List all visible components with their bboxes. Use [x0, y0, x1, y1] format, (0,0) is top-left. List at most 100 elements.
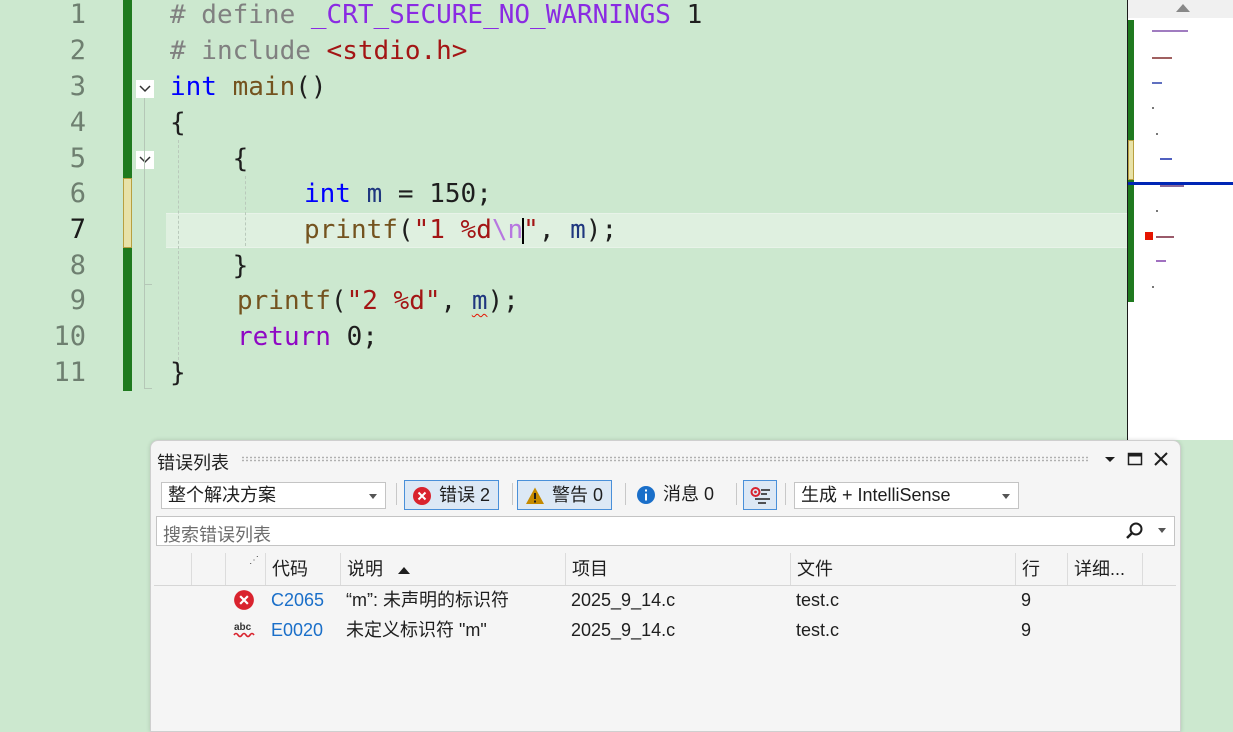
filter-error-list-icon	[750, 486, 770, 506]
intellisense-squiggle-icon: abc	[233, 619, 257, 649]
minimap-code-mark	[1152, 107, 1154, 109]
code-line-6: int m = 150;	[304, 179, 492, 209]
errors-filter-button[interactable]: 错误 2	[404, 480, 500, 510]
search-options-chevron-icon[interactable]	[1158, 528, 1166, 533]
chevron-down-icon	[1002, 494, 1010, 499]
filter-build-errors-button[interactable]	[743, 480, 777, 510]
column-header-description-label: 说明	[347, 559, 383, 579]
minimap-code-mark	[1160, 185, 1184, 187]
warnings-count-label: 警告 0	[552, 485, 604, 505]
scope-dropdown-value: 整个解决方案	[168, 485, 276, 505]
error-line: 9	[1021, 590, 1032, 610]
sort-indicator-icon: ⋰	[249, 555, 259, 566]
table-row[interactable]: abc E0020 未定义标识符 "m" 2025_9_14.c test.c …	[154, 615, 1176, 645]
messages-count-label: 消息 0	[663, 484, 715, 504]
maximize-icon[interactable]	[1125, 449, 1145, 469]
close-icon[interactable]	[1151, 449, 1171, 469]
error-description: 未定义标识符 "m"	[346, 620, 487, 640]
line-number: 1	[69, 0, 86, 30]
fold-region-end	[144, 388, 152, 389]
minimap-code-mark	[1156, 210, 1158, 212]
column-header-empty[interactable]	[154, 553, 191, 585]
indent-guide	[245, 176, 246, 246]
fold-region-end	[144, 284, 152, 285]
code-line-7: printf("1 %d\n", m);	[304, 215, 618, 245]
window-position-dropdown-icon[interactable]	[1100, 449, 1120, 469]
minimap-code-mark	[1152, 57, 1172, 59]
line-number: 11	[53, 357, 86, 388]
error-list-toolbar: 整个解决方案 错误 2 警告 0 消息 0 生成 + IntelliSense	[151, 479, 1180, 515]
search-error-list-input[interactable]: 搜索错误列表	[156, 516, 1175, 546]
minimap-code-mark	[1152, 30, 1188, 32]
search-placeholder: 搜索错误列表	[163, 525, 271, 545]
code-line-1: # define _CRT_SECURE_NO_WARNINGS 1	[170, 0, 703, 30]
table-header: ⋰ 代码 说明 项目 文件 行 详细...	[154, 553, 1176, 586]
error-line: 9	[1021, 620, 1032, 640]
scroll-up-arrow-icon[interactable]	[1176, 4, 1190, 12]
minimap-code-mark	[1156, 260, 1166, 262]
build-intellisense-dropdown[interactable]: 生成 + IntelliSense	[794, 482, 1019, 509]
error-project: 2025_9_14.c	[571, 590, 676, 610]
code-line-5: {	[170, 144, 249, 174]
line-number: 8	[69, 250, 86, 281]
scope-dropdown[interactable]: 整个解决方案	[161, 482, 386, 509]
fold-collapse-icon[interactable]	[136, 80, 154, 98]
minimap-error-marker	[1145, 232, 1153, 240]
code-line-3: int main()	[170, 72, 327, 102]
saved-change-bar	[123, 248, 132, 391]
build-dropdown-value: 生成 + IntelliSense	[801, 485, 951, 505]
error-code-link[interactable]: C2065	[265, 585, 324, 615]
column-header-line[interactable]: 行	[1015, 553, 1067, 585]
column-header-file[interactable]: 文件	[790, 553, 1015, 585]
minimap-code-mark	[1156, 236, 1174, 238]
error-file: test.c	[796, 590, 840, 610]
drag-grip[interactable]	[241, 456, 1090, 462]
line-number: 4	[69, 107, 86, 138]
toolbar-separator	[396, 483, 397, 505]
line-number: 10	[53, 321, 86, 352]
minimap-code-mark	[1156, 133, 1158, 135]
column-header-empty[interactable]	[191, 553, 225, 585]
minimap-scrollbar[interactable]	[1127, 0, 1233, 440]
panel-title: 错误列表	[157, 453, 229, 473]
info-icon	[636, 485, 656, 505]
search-icon[interactable]	[1124, 521, 1144, 546]
error-description: “m”: 未声明的标识符	[346, 590, 509, 610]
line-number: 9	[69, 285, 86, 316]
code-line-2: # include <stdio.h>	[170, 36, 468, 66]
svg-text:abc: abc	[234, 622, 252, 633]
column-header-code[interactable]: 代码	[265, 553, 340, 585]
error-code-link[interactable]: E0020	[265, 615, 323, 645]
toolbar-separator	[736, 483, 737, 505]
column-header-project[interactable]: 项目	[565, 553, 790, 585]
error-list-title-bar[interactable]: 错误列表	[151, 441, 1180, 477]
error-squiggle: m	[471, 286, 488, 316]
errors-count-label: 错误 2	[439, 485, 491, 505]
column-header-empty[interactable]	[1142, 553, 1176, 585]
column-header-description[interactable]: 说明	[340, 553, 565, 585]
saved-change-bar	[123, 0, 132, 178]
error-list-panel: 错误列表 整个解决方案 错误 2 警告 0 消息 0 生成 + IntelliS…	[150, 440, 1181, 732]
line-number-current: 7	[69, 214, 86, 245]
toolbar-separator	[785, 483, 786, 505]
minimap-code-mark	[1152, 286, 1154, 288]
fold-collapse-icon[interactable]	[136, 151, 154, 169]
line-number: 3	[69, 71, 86, 102]
fold-region-line	[144, 98, 145, 388]
minimap-code-mark	[1152, 82, 1162, 84]
line-number: 2	[69, 35, 86, 66]
line-number: 6	[69, 178, 86, 209]
warning-icon	[525, 486, 545, 506]
error-project: 2025_9_14.c	[571, 620, 676, 640]
toolbar-separator	[512, 483, 513, 505]
messages-filter-button[interactable]: 消息 0	[629, 480, 722, 510]
code-line-8: }	[170, 251, 249, 281]
column-header-icon[interactable]: ⋰	[225, 553, 265, 585]
toolbar-separator	[625, 483, 626, 505]
chevron-down-icon	[369, 494, 377, 499]
code-line-11: }	[170, 358, 186, 388]
table-row[interactable]: C2065 “m”: 未声明的标识符 2025_9_14.c test.c 9	[154, 585, 1176, 615]
code-line-10: return 0;	[237, 322, 378, 352]
warnings-filter-button[interactable]: 警告 0	[517, 480, 613, 510]
column-header-details[interactable]: 详细...	[1067, 553, 1142, 585]
